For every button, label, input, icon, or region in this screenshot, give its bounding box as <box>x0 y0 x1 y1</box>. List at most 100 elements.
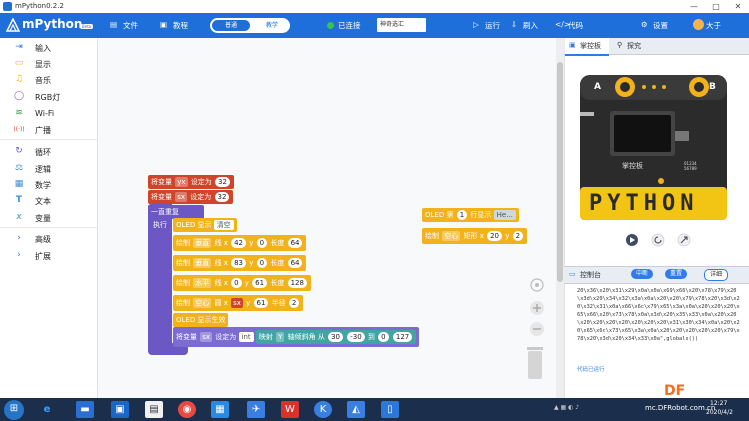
app-icon[interactable]: ▦ <box>211 401 229 418</box>
play-icon[interactable] <box>625 233 639 247</box>
sidebar-item-input[interactable]: ⇥ 输入 <box>0 40 97 55</box>
broadcast-icon: ((·)) <box>13 126 25 133</box>
refresh-icon[interactable] <box>651 233 665 247</box>
tab-explore[interactable]: 探究 <box>627 41 641 51</box>
input-icon: ⇥ <box>15 42 23 52</box>
app-logo: mPython <box>22 17 83 31</box>
mode-teaching-toggle[interactable]: 教学 <box>256 20 288 31</box>
zoom-in-icon[interactable] <box>529 300 545 316</box>
bulb-icon: ◯ <box>13 91 25 101</box>
do-label: 执行 <box>153 221 167 229</box>
flash-icon: ⇩ <box>511 20 518 29</box>
oled-line-text-block[interactable]: OLED 第 1 行显示 He... <box>422 208 519 222</box>
interrupt-button[interactable]: 中断 <box>631 269 654 279</box>
start-icon[interactable]: ⊞ <box>4 400 24 420</box>
sidebar-item-logic[interactable]: ⚖ 逻辑 <box>0 161 97 176</box>
mpython-logo-icon <box>6 18 20 32</box>
logic-icon: ⚖ <box>14 163 24 173</box>
folder-icon[interactable]: ▬ <box>76 401 94 418</box>
trash-icon[interactable] <box>524 343 546 381</box>
draw-circle-block[interactable]: 绘制 空心 圆 x sx y 61 半径 2 <box>173 295 304 311</box>
user-name[interactable]: 大于 <box>706 20 721 31</box>
console-status-link[interactable]: 代码已运行 <box>577 365 605 373</box>
sidebar-item-text[interactable]: T 文本 <box>0 193 97 208</box>
draw-rect-block[interactable]: 绘制 空心 矩形 x 20 y 2 <box>422 228 528 244</box>
zoom-out-icon[interactable] <box>529 321 545 337</box>
close-button[interactable]: ✕ <box>727 0 749 13</box>
settings-button[interactable]: 设置 <box>653 20 668 31</box>
beta-badge: Beta <box>80 24 94 29</box>
center-view-icon[interactable] <box>529 277 545 293</box>
sidebar-item-advanced[interactable]: › 高级 <box>0 231 97 246</box>
console-output: 20\x36\x20\x31\x29\x0a\x0a\x69\x66\x20\x… <box>577 288 740 342</box>
avatar[interactable] <box>693 19 704 30</box>
console-icon: ▭ <box>569 270 576 278</box>
media-icon[interactable]: ▣ <box>111 401 129 418</box>
console-title: 控制台 <box>580 271 601 279</box>
connection-status: 已连接 <box>338 21 361 30</box>
taskbar-time: 12:27 <box>710 400 728 407</box>
chevron-right-icon: › <box>17 233 21 243</box>
tutorial-menu[interactable]: 教程 <box>173 20 188 31</box>
sidebar-item-math[interactable]: ▦ 数学 <box>0 177 97 192</box>
device-name-field[interactable]: 神奇选汇 <box>377 18 426 32</box>
board-python-logo: PYTHON <box>589 191 699 216</box>
draw-line-block[interactable]: 绘制 水平 线 x 0 y 61 长度 128 <box>173 275 311 291</box>
phone-icon[interactable]: ▯ <box>381 401 399 418</box>
board-label-b: B <box>709 82 716 92</box>
display-icon: ▭ <box>14 58 24 68</box>
set-variable-map-block[interactable]: 将变量 sx 设定为 int 映射 Y 轴倾斜角 从 30 -30 到 0 12… <box>173 327 420 347</box>
sidebar-item-extensions[interactable]: › 扩展 <box>0 248 97 263</box>
draw-line-block[interactable]: 绘制 垂直 线 x 42 y 0 长度 64 <box>173 235 307 251</box>
verbose-toggle[interactable]: 详细 <box>704 269 729 281</box>
scrollbar-thumb[interactable] <box>557 62 563 282</box>
music-icon: ♫ <box>14 74 24 84</box>
variable-icon: x <box>16 212 22 222</box>
set-variable-block[interactable]: 将变量 sx 设定为 32 <box>148 190 234 204</box>
code-button[interactable]: 代码 <box>568 20 583 31</box>
tutorial-icon: ▣ <box>160 20 168 29</box>
chrome-icon[interactable]: ◉ <box>178 401 196 418</box>
sidebar-item-rgb[interactable]: ◯ RGB灯 <box>0 89 97 104</box>
fullscreen-icon[interactable] <box>677 233 691 247</box>
sidebar-item-wifi[interactable]: ≋ Wi-Fi <box>0 106 97 121</box>
file-icon: ▤ <box>110 20 118 29</box>
wifi-icon: ≋ <box>15 108 23 118</box>
wps-icon[interactable]: W <box>281 401 299 418</box>
sidebar-item-display[interactable]: ▭ 显示 <box>0 56 97 71</box>
text-icon: T <box>15 195 23 205</box>
sidebar-divider <box>0 139 97 140</box>
math-icon: ▦ <box>14 179 24 189</box>
sidebar-item-variable[interactable]: x 变量 <box>0 210 97 225</box>
sidebar-item-loop[interactable]: ↻ 循环 <box>0 144 97 159</box>
tray-icons[interactable]: ▲ ▦ ◐ ♪ <box>554 404 579 411</box>
k-icon[interactable]: K <box>314 401 332 418</box>
dfrobot-watermark: DF <box>664 383 686 399</box>
sidebar-item-broadcast[interactable]: ((·)) 广播 <box>0 122 97 137</box>
tray-watermark-text: mc.DFRobot.com.cn <box>645 404 716 412</box>
run-icon: ▷ <box>473 20 479 29</box>
draw-line-block[interactable]: 绘制 垂直 线 x 83 y 0 长度 64 <box>173 255 307 271</box>
reset-button[interactable]: 重置 <box>665 269 688 279</box>
run-button[interactable]: 运行 <box>485 20 500 31</box>
mode-normal-toggle[interactable]: 普通 <box>212 20 250 31</box>
set-variable-block[interactable]: 将变量 yx 设定为 32 <box>148 175 234 189</box>
board-tab-icon: ▣ <box>569 41 576 49</box>
gear-icon: ⚙ <box>641 20 648 29</box>
forever-block[interactable]: 一直重复 <box>148 205 204 219</box>
maximize-button[interactable]: □ <box>705 0 727 13</box>
window-title: mPython0.2.2 <box>15 2 64 10</box>
tab-board[interactable]: 掌控板 <box>580 41 601 51</box>
app-icon[interactable]: ▤ <box>145 401 163 418</box>
minimize-button[interactable]: — <box>683 0 705 13</box>
board-label-a: A <box>594 82 601 92</box>
sidebar-item-music[interactable]: ♫ 音乐 <box>0 72 97 87</box>
loop-icon: ↻ <box>15 146 23 156</box>
bird-icon[interactable]: ✈ <box>247 401 265 418</box>
mpython-icon[interactable]: ◭ <box>347 401 365 418</box>
file-menu[interactable]: 文件 <box>123 20 138 31</box>
ie-icon[interactable]: e <box>38 401 56 418</box>
oled-show-block[interactable]: OLED 显示 清空 <box>173 218 237 232</box>
oled-apply-block[interactable]: OLED 显示生效 <box>173 313 229 327</box>
flash-button[interactable]: 刷入 <box>523 20 538 31</box>
